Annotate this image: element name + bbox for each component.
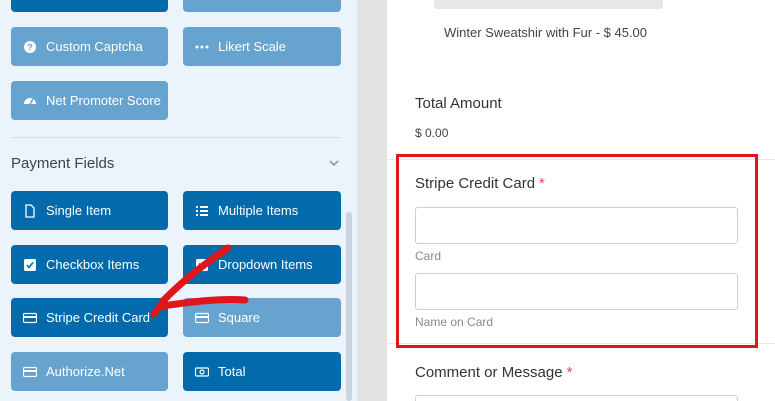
money-icon: [195, 365, 209, 379]
net-promoter-score-label: Net Promoter Score: [46, 93, 161, 108]
multiple-items-button[interactable]: Multiple Items: [183, 191, 341, 230]
stripe-credit-card-label: Stripe Credit Card: [46, 310, 151, 325]
chevron-down-icon[interactable]: [328, 157, 340, 169]
checkbox-icon: [23, 258, 37, 272]
product-label: Winter Sweatshir with Fur - $ 45.00: [444, 25, 648, 40]
credit-card-icon: [23, 365, 37, 379]
annotation-arrow: [150, 244, 249, 318]
single-item-button[interactable]: Single Item: [11, 191, 168, 230]
ellipsis-icon: [195, 40, 209, 54]
multiple-items-label: Multiple Items: [218, 203, 299, 218]
total-button[interactable]: Total: [183, 352, 341, 391]
authorize-net-label: Authorize.Net: [46, 364, 125, 379]
likert-scale-button[interactable]: Likert Scale: [183, 27, 341, 66]
section-divider: [11, 137, 341, 138]
total-amount-title: Total Amount: [415, 95, 502, 112]
authorize-net-button[interactable]: Authorize.Net: [11, 352, 168, 391]
total-amount-value: $ 0.00: [415, 126, 449, 140]
likert-scale-label: Likert Scale: [218, 39, 286, 54]
field-button-top-right[interactable]: [183, 0, 341, 12]
field-button-top-left[interactable]: [11, 0, 168, 12]
comment-input[interactable]: [415, 395, 738, 401]
comment-title[interactable]: Comment or Message *: [415, 364, 572, 381]
required-marker: *: [566, 364, 573, 381]
comment-field-label: Comment or Message: [415, 364, 563, 381]
panel-gutter: [357, 0, 387, 401]
credit-card-icon: [23, 311, 37, 325]
custom-captcha-label: Custom Captcha: [46, 39, 143, 54]
checkbox-items-label: Checkbox Items: [46, 257, 140, 272]
payment-fields-title[interactable]: Payment Fields: [11, 155, 114, 172]
list-icon: [195, 204, 209, 218]
highlight-box: [396, 154, 758, 348]
product-image: [434, 0, 663, 9]
gauge-icon: [23, 94, 37, 108]
single-item-label: Single Item: [46, 203, 112, 218]
question-circle-icon: ?: [23, 40, 37, 54]
net-promoter-score-button[interactable]: Net Promoter Score: [11, 81, 168, 120]
file-icon: [23, 203, 37, 218]
svg-text:?: ?: [27, 42, 33, 52]
field-panel: ? Custom Captcha Likert Scale Net Promot…: [0, 0, 357, 401]
custom-captcha-button[interactable]: ? Custom Captcha: [11, 27, 168, 66]
total-label: Total: [218, 364, 246, 379]
panel-scrollbar[interactable]: [346, 212, 352, 401]
